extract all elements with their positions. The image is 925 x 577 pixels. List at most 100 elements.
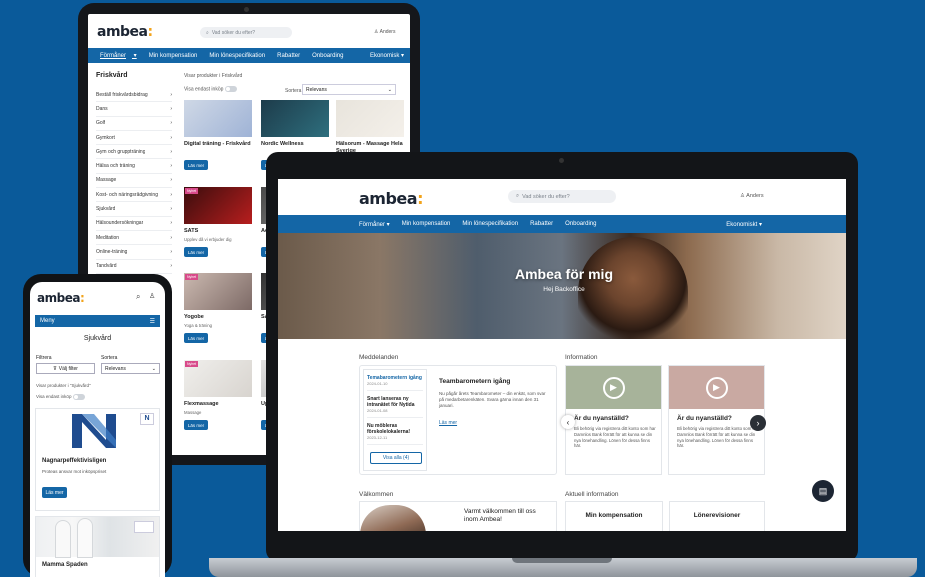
menu-label: Meny — [40, 318, 55, 324]
new-badge: Nyhet — [185, 274, 199, 280]
tablet-nav-item-kompensation[interactable]: Min kompensation — [143, 53, 204, 59]
tablet-header: ambea: ⌕ Vad söker du efter? ♙ Anders — [88, 14, 410, 48]
sidebar-item[interactable]: Gymkort › — [96, 131, 172, 146]
product-button[interactable]: Läs mer — [184, 247, 208, 257]
current-heading: Aktuell information — [565, 491, 619, 498]
sidebar-item-label: Beställ friskvårdsbidrag — [96, 91, 148, 98]
tablet-user[interactable]: ♙ Anders — [374, 29, 395, 35]
phone-count-text: Visar produkter i "Sjukvård" — [36, 383, 91, 388]
sidebar-item[interactable]: Beställ friskvårdsbidrag › — [96, 88, 172, 103]
info-card[interactable]: ▶ Är du nyanställd? Bli behörig via regist… — [565, 365, 662, 475]
show-all-button[interactable]: Visa alla (4) — [370, 452, 422, 464]
phone-card-2-photo — [36, 517, 159, 557]
welcome-heading: Välkommen — [359, 491, 394, 498]
product-button[interactable]: Läs mer — [184, 420, 208, 430]
new-badge: Nyhet — [185, 361, 199, 367]
carousel-prev-button[interactable]: ‹ — [561, 415, 575, 429]
chevron-down-icon: ⌄ — [387, 87, 392, 93]
product-button[interactable]: Läs mer — [184, 160, 208, 170]
toggle-switch[interactable] — [224, 86, 237, 92]
sidebar-item[interactable]: Hälsa och träning › — [96, 159, 172, 174]
product-card[interactable]: Digital träning - Friskvård Läs mer — [184, 100, 252, 180]
sidebar-item[interactable]: Meditation › — [96, 231, 172, 246]
user-icon[interactable]: ♙ — [149, 292, 155, 300]
product-card[interactable]: Nyhet Flexmassage Massage Läs mer — [184, 360, 252, 440]
laptop-search-input[interactable]: ⌕ Vad söker du efter? — [508, 190, 616, 203]
sidebar-item[interactable]: Golf › — [96, 117, 172, 131]
sidebar-item[interactable]: Online-träning › — [96, 245, 172, 260]
tablet-search-input[interactable]: ⌕ Vad söker du efter? — [200, 27, 292, 38]
product-card[interactable]: Nyhet SATS Upplev då vi erbjuder dig Läs me… — [184, 187, 252, 267]
play-icon[interactable]: ▶ — [705, 376, 728, 399]
tablet-logo[interactable]: ambea: — [97, 24, 153, 40]
laptop-nav-item-lonespec[interactable]: Min lönespecifikation — [456, 221, 524, 227]
carousel-next-button[interactable]: › — [750, 415, 766, 431]
product-card[interactable]: Nyhet Yogobe Yoga & träning Läs mer — [184, 273, 252, 353]
laptop-nav-right[interactable]: Ekonomiskt ▾ — [720, 221, 768, 228]
person-figure — [78, 519, 92, 557]
phone-card-button[interactable]: Läs mer — [42, 487, 67, 498]
video-thumbnail[interactable]: ▶ — [669, 366, 764, 409]
product-title: Yogobe — [184, 314, 204, 320]
phone-card-1[interactable]: N Nagnarpeffektivisligen Proteas ansvar … — [35, 408, 160, 511]
sidebar-item-label: Dans — [96, 105, 108, 112]
product-title: SATS — [184, 228, 199, 234]
tablet-nav-item-formaner[interactable]: Förmåner ▾ — [88, 52, 143, 59]
laptop-user[interactable]: ♙ Anders — [740, 193, 764, 199]
laptop-nav-item-kompensation[interactable]: Min kompensation — [396, 221, 457, 227]
product-button[interactable]: Läs mer — [184, 333, 208, 343]
sidebar-item[interactable]: Gym och gruppträning › — [96, 145, 172, 160]
message-item[interactable]: Temabarometern igång 2024-01-10 — [367, 373, 423, 391]
sidebar-item[interactable]: Tandvård › — [96, 260, 172, 274]
phone-sort-select[interactable]: Relevans ⌄ — [101, 363, 160, 374]
sidebar-item-label: Online-träning — [96, 248, 128, 255]
message-item[interactable]: Nu möbleras förskolelokalerna! 2023-12-11 — [367, 421, 423, 445]
sidebar-item[interactable]: Sjukvård › — [96, 202, 172, 217]
product-image: Nyhet — [184, 273, 252, 310]
tablet-nav-item-onboarding[interactable]: Onboarding — [306, 53, 349, 59]
tablet-nav-item-rabatter[interactable]: Rabatter — [271, 53, 306, 59]
message-title: Nu möbleras förskolelokalerna! — [367, 423, 411, 435]
video-thumbnail[interactable]: ▶ — [566, 366, 661, 409]
laptop-nav-item-formaner[interactable]: Förmåner ▾ — [353, 221, 396, 228]
laptop-lid: ambea: ⌕ Vad söker du efter? ♙ Anders För… — [266, 152, 858, 562]
sidebar-item-label: Gym och gruppträning — [96, 148, 146, 155]
tablet-nav-right[interactable]: Ekonomisk ▾ — [364, 52, 410, 59]
sidebar-item-label: Hälsoundersökningar — [96, 220, 144, 227]
phone-logo[interactable]: ambea: — [37, 291, 85, 305]
chat-button[interactable]: ▤ — [812, 480, 834, 502]
phone-toggle[interactable]: Visa endast inköp — [36, 394, 85, 400]
laptop-logo[interactable]: ambea: — [359, 189, 423, 208]
tablet-sidebar: Friskvård Beställ friskvårdsbidrag › Dans ›… — [96, 72, 172, 274]
phone-screen: ambea: ⌕ ♙ Meny ☰ Sjukvård Filtrera ⊽ Välj… — [30, 282, 165, 577]
phone-filter-button[interactable]: ⊽ Välj filter — [36, 363, 95, 374]
chevron-right-icon: › — [170, 191, 172, 198]
sidebar-item-label: Sjukvård — [96, 206, 116, 213]
search-icon[interactable]: ⌕ — [136, 292, 140, 302]
tablet-sort-select[interactable]: Relevans ⌄ — [302, 84, 396, 95]
chevron-right-icon: › — [170, 206, 172, 213]
chevron-right-icon: › — [170, 91, 172, 98]
laptop-nav-item-rabatter[interactable]: Rabatter — [524, 221, 559, 227]
info-card-text: Bli behörig via registrera ditt konto so… — [574, 426, 656, 449]
read-more-link[interactable]: Läs mer — [439, 420, 457, 426]
laptop-notch — [512, 558, 612, 563]
product-image: Nyhet — [184, 187, 252, 224]
message-title: Snart lanseras ny intranätet för Nytida — [367, 396, 415, 408]
play-icon[interactable]: ▶ — [602, 376, 625, 399]
phone-menu-bar[interactable]: Meny ☰ — [35, 315, 160, 327]
sidebar-item[interactable]: Hälsoundersökningar › — [96, 217, 172, 231]
messages-heading: Meddelanden — [359, 354, 399, 361]
sidebar-item[interactable]: Dans › — [96, 102, 172, 117]
current-card-2[interactable]: Lönerevisioner — [669, 501, 765, 531]
chevron-down-icon: ⌄ — [151, 365, 156, 372]
tablet-filter-toggle[interactable]: Visa endast inköp — [184, 86, 237, 92]
laptop-nav-item-onboarding[interactable]: Onboarding — [559, 221, 602, 227]
sidebar-item[interactable]: Kost- och näringsrådgivning › — [96, 188, 172, 203]
sidebar-item[interactable]: Massage › — [96, 174, 172, 189]
message-item[interactable]: Snart lanseras ny intranätet för Nytida 2… — [367, 394, 423, 418]
toggle-switch[interactable] — [72, 394, 85, 400]
current-card-1[interactable]: Min kompensation — [565, 501, 663, 531]
tablet-nav-item-lonespec[interactable]: Min lönespecifikation — [203, 53, 271, 59]
phone-card-2[interactable]: Mamma Spaden — [35, 516, 160, 577]
